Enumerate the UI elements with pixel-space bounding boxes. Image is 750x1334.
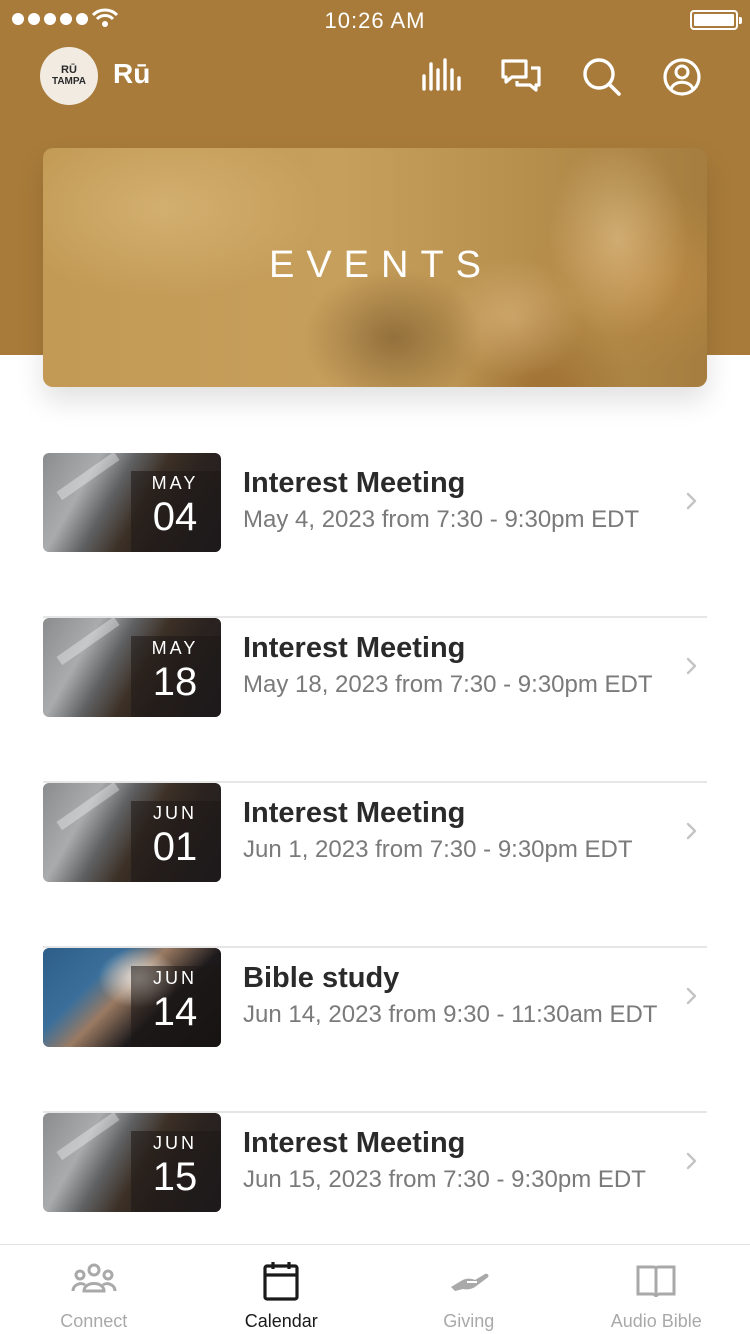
chevron-right-icon [685,491,699,511]
event-thumbnail: MAY 18 [43,618,221,717]
search-icon[interactable] [581,56,623,98]
event-row[interactable]: MAY 04 Interest Meeting May 4, 2023 from… [43,453,707,618]
status-bar: 10:26 AM [0,0,750,40]
event-row[interactable]: MAY 18 Interest Meeting May 18, 2023 fro… [43,618,707,783]
status-time: 10:26 AM [324,8,426,33]
event-list: MAY 04 Interest Meeting May 4, 2023 from… [43,453,707,1278]
calendar-icon [257,1261,305,1301]
event-day: 15 [152,1155,198,1199]
book-icon [632,1261,680,1301]
bottom-tab-bar: Connect Calendar Giving Audio Bible [0,1244,750,1334]
tab-giving[interactable]: Giving [375,1245,563,1334]
event-month: JUN [153,1133,197,1153]
hand-icon [445,1261,493,1301]
event-thumbnail: MAY 04 [43,453,221,552]
chevron-right-icon [685,821,699,841]
event-title: Interest Meeting [243,632,466,664]
event-day: 04 [152,495,198,539]
events-hero-banner: EVENTS [43,148,707,387]
chat-icon[interactable] [500,56,542,98]
app-header: RŪ TAMPA Rū [0,44,750,108]
tab-label: Calendar [244,1311,318,1331]
event-thumbnail: JUN 01 [43,783,221,882]
event-title: Interest Meeting [243,1127,466,1159]
event-month: MAY [151,638,199,658]
event-month: JUN [153,968,197,988]
event-thumbnail: JUN 14 [43,948,221,1047]
hero-title: EVENTS [268,244,494,286]
event-row[interactable]: JUN 01 Interest Meeting Jun 1, 2023 from… [43,783,707,948]
church-logo[interactable]: RŪ TAMPA [40,47,98,105]
chevron-right-icon [685,1151,699,1171]
event-row[interactable]: JUN 14 Bible study Jun 14, 2023 from 9:3… [43,948,707,1113]
event-title: Interest Meeting [243,797,466,829]
tab-label: Audio Bible [610,1311,702,1331]
tab-label: Giving [443,1311,495,1331]
people-icon [70,1261,118,1301]
equalizer-icon[interactable] [420,56,462,98]
tab-label: Connect [60,1311,128,1331]
logo-line-1: RŪ [61,64,77,76]
event-datetime: Jun 14, 2023 from 9:30 - 11:30am EDT [243,1001,658,1028]
tab-calendar[interactable]: Calendar [188,1245,376,1334]
event-month: MAY [151,473,199,493]
chevron-right-icon [685,656,699,676]
app-name: Rū [113,58,151,89]
event-title: Interest Meeting [243,467,466,499]
event-month: JUN [153,803,197,823]
event-datetime: May 18, 2023 from 7:30 - 9:30pm EDT [243,671,653,698]
profile-icon[interactable] [661,56,703,98]
event-thumbnail: JUN 15 [43,1113,221,1212]
logo-line-2: TAMPA [51,76,87,87]
tab-connect[interactable]: Connect [0,1245,188,1334]
battery-icon [690,10,742,30]
event-title: Bible study [243,962,400,994]
tab-audio-bible[interactable]: Audio Bible [563,1245,750,1334]
event-datetime: Jun 15, 2023 from 7:30 - 9:30pm EDT [243,1166,646,1193]
event-day: 14 [152,990,198,1034]
event-datetime: May 4, 2023 from 7:30 - 9:30pm EDT [243,506,640,533]
chevron-right-icon [685,986,699,1006]
event-day: 01 [152,825,198,869]
event-day: 18 [152,660,198,704]
event-datetime: Jun 1, 2023 from 7:30 - 9:30pm EDT [243,836,633,863]
